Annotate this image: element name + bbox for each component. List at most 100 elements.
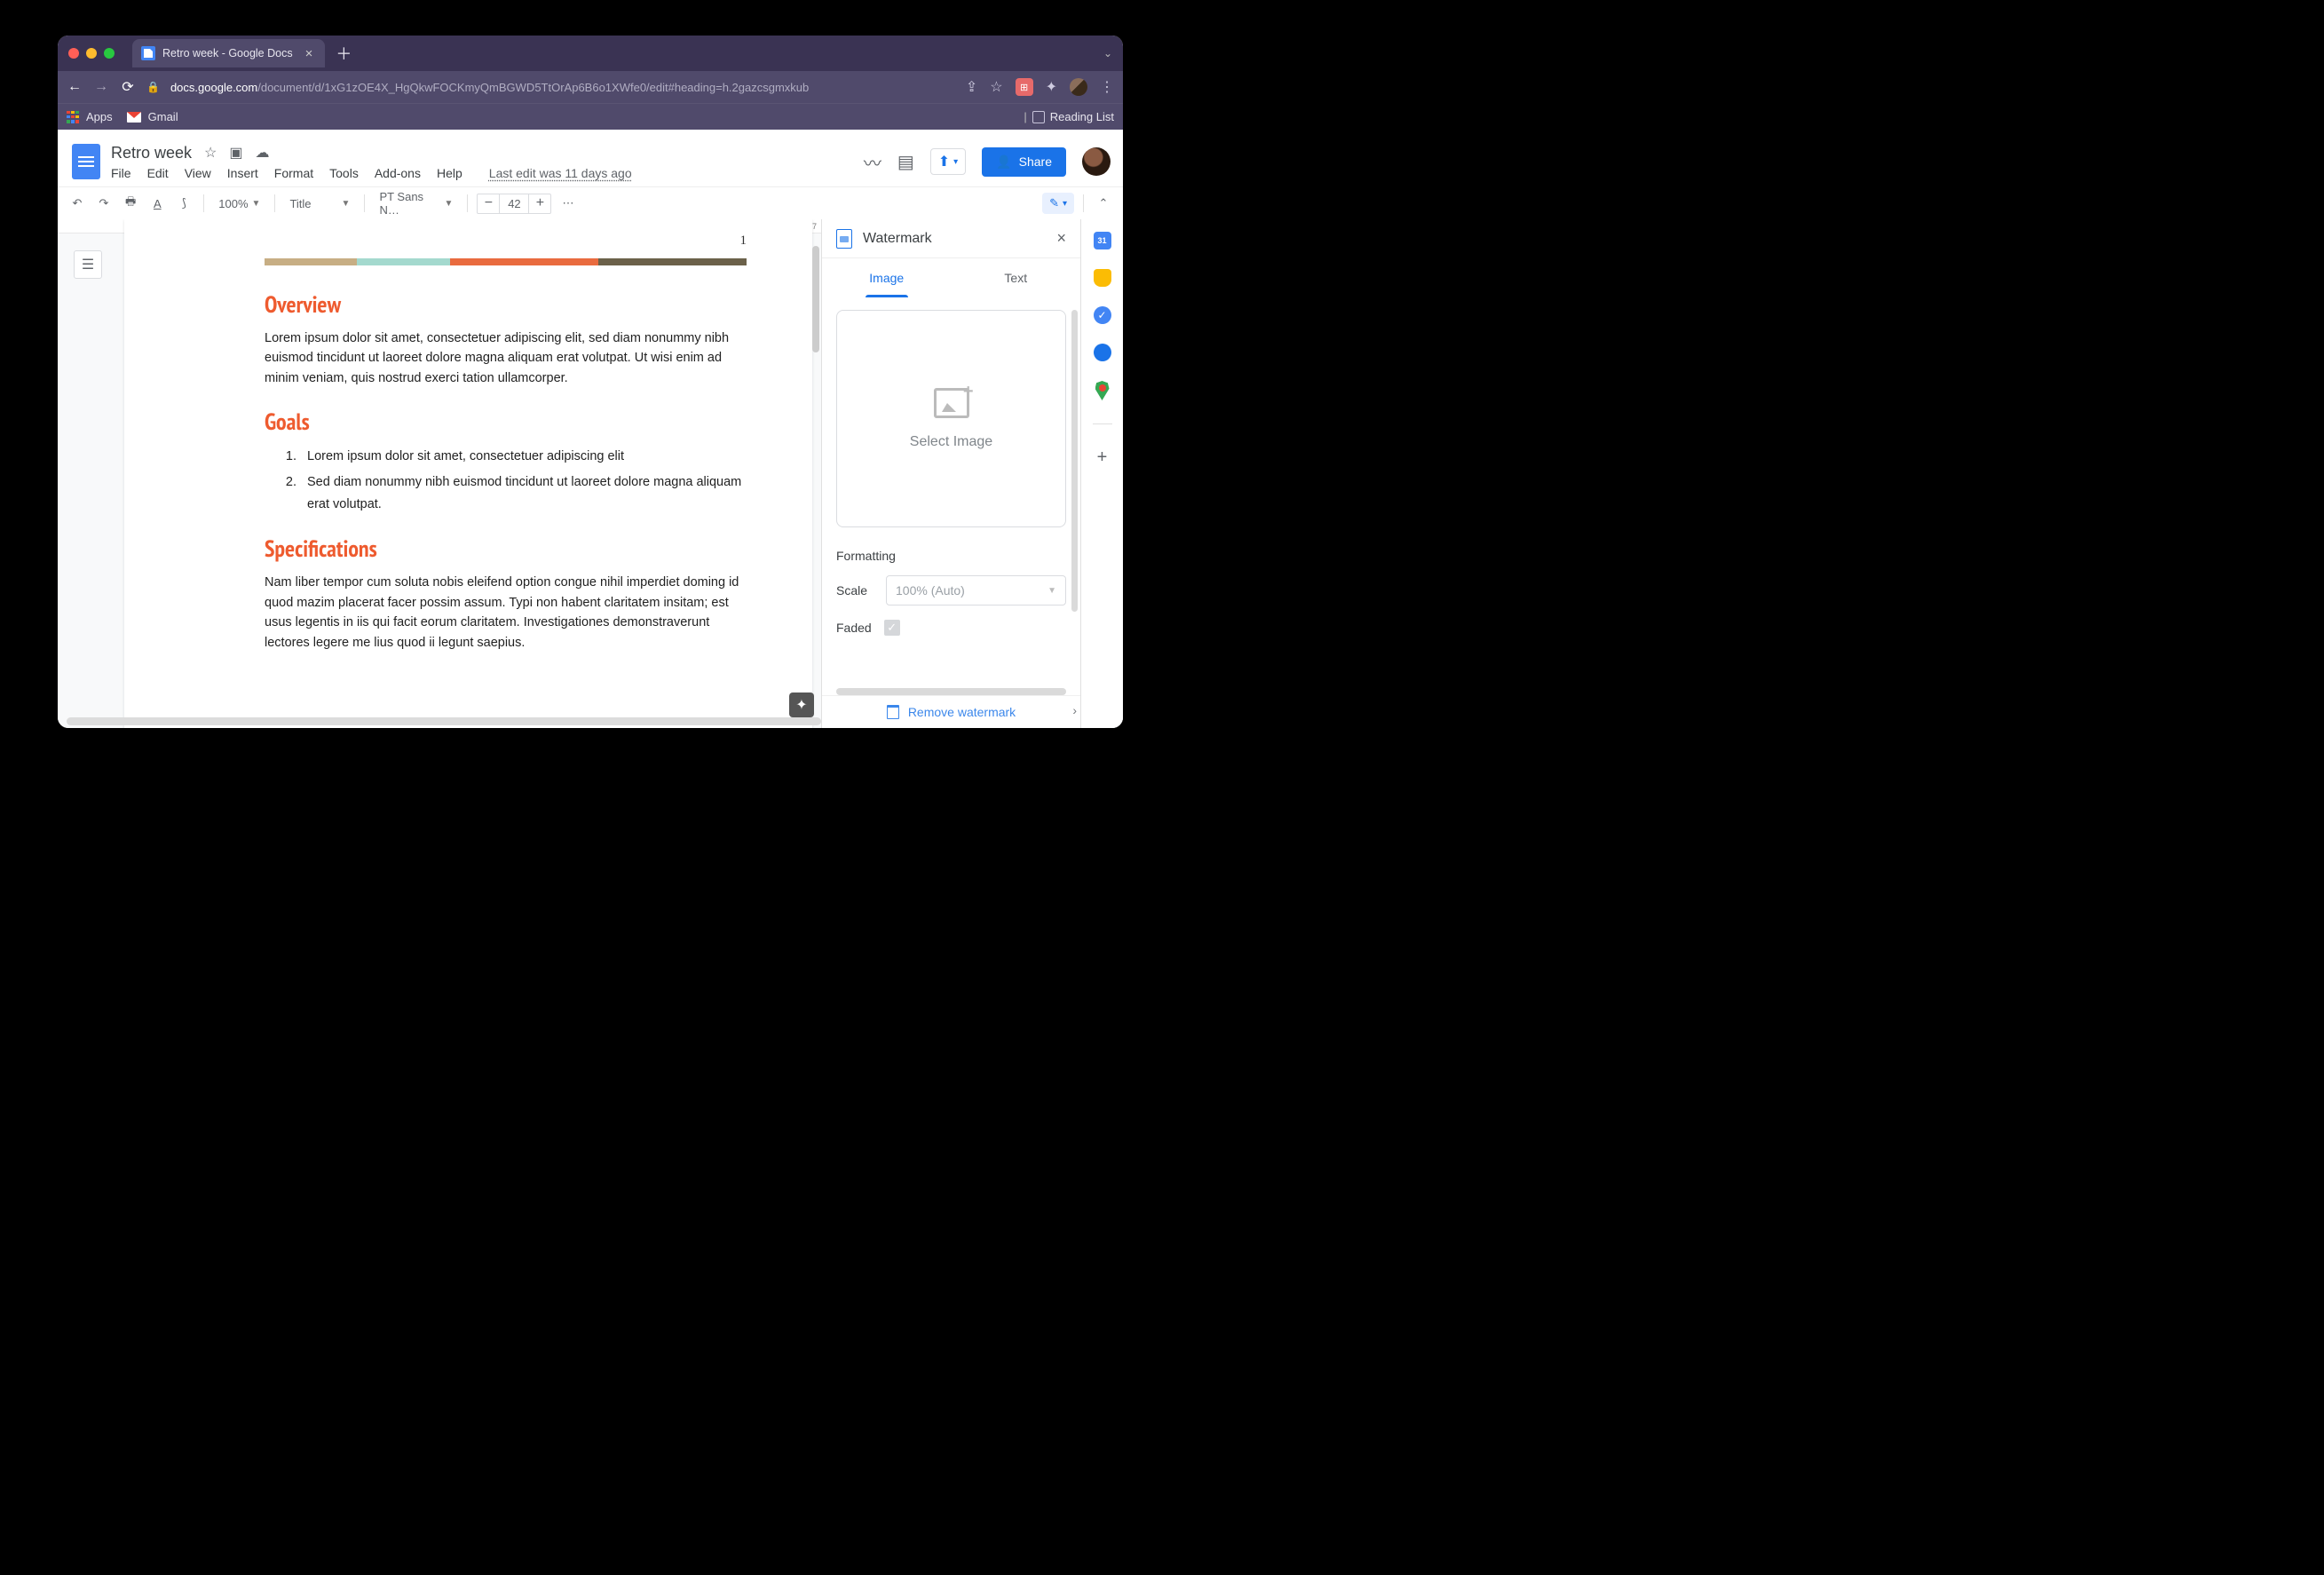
browser-profile-icon[interactable] (1070, 78, 1087, 96)
faded-checkbox[interactable]: ✓ (884, 620, 900, 636)
menu-file[interactable]: File (111, 166, 131, 180)
browser-menu-icon[interactable]: ⋮ (1100, 78, 1114, 96)
gmail-bookmark[interactable]: Gmail (127, 110, 178, 123)
spellcheck-button[interactable]: A (146, 194, 168, 214)
select-image-dropzone[interactable]: Select Image (836, 310, 1066, 527)
move-icon[interactable]: ▣ (229, 144, 242, 162)
panel-collapse-icon[interactable]: › (1072, 703, 1077, 717)
watermark-panel: Watermark × Image Text Select Image Form… (821, 219, 1080, 728)
undo-button[interactable]: ↶ (67, 193, 88, 214)
tab-text[interactable]: Text (952, 258, 1081, 297)
menu-help[interactable]: Help (437, 166, 462, 180)
menu-tools[interactable]: Tools (329, 166, 359, 180)
tasks-icon[interactable] (1094, 306, 1111, 324)
menu-edit[interactable]: Edit (147, 166, 169, 180)
present-arrow-icon: ⬆ (938, 153, 950, 170)
present-button[interactable]: ⬆ ▾ (930, 148, 966, 175)
cloud-status-icon[interactable]: ☁ (256, 144, 270, 162)
remove-watermark-button[interactable]: Remove watermark › (822, 695, 1080, 728)
chevron-down-icon: ▼ (1047, 586, 1056, 596)
trash-icon (887, 705, 899, 719)
maximize-window-icon[interactable] (104, 48, 115, 59)
more-toolbar-button[interactable]: ⋯ (557, 193, 579, 214)
docs-header: Retro week ☆ ▣ ☁ File Edit View Insert F… (58, 130, 1123, 186)
font-size-increase[interactable]: + (529, 195, 550, 211)
maps-icon[interactable] (1095, 381, 1110, 400)
browser-tab[interactable]: Retro week - Google Docs × (132, 39, 325, 67)
redo-button[interactable]: ↷ (93, 193, 115, 214)
bookmark-star-icon[interactable]: ☆ (990, 78, 1002, 96)
tab-image[interactable]: Image (822, 258, 952, 297)
contacts-icon[interactable] (1094, 344, 1111, 361)
tabs-menu-icon[interactable]: ⌄ (1103, 47, 1112, 59)
font-size-control: − 42 + (477, 194, 551, 214)
url-display[interactable]: docs.google.com/document/d/1xG1zOE4X_HgQ… (170, 81, 809, 94)
page-number: 1 (740, 233, 747, 249)
close-window-icon[interactable] (68, 48, 79, 59)
paint-format-button[interactable]: ⟆ (173, 193, 194, 214)
gmail-icon (127, 112, 141, 123)
docs-logo-icon[interactable] (70, 140, 102, 183)
tab-close-icon[interactable]: × (305, 46, 313, 61)
new-tab-button[interactable]: ＋ (336, 42, 352, 65)
vertical-scrollbar[interactable] (812, 246, 819, 352)
add-addon-button[interactable]: + (1097, 447, 1108, 468)
heading-goals[interactable]: Goals (265, 408, 747, 437)
goals-list[interactable]: Lorem ipsum dolor sit amet, consectetuer… (265, 446, 747, 515)
last-edit-link[interactable]: Last edit was 11 days ago (489, 166, 632, 180)
print-button[interactable]: 🖶 (120, 190, 141, 217)
keep-icon[interactable] (1094, 269, 1111, 287)
document-page[interactable]: 1 Overview Lorem ipsum dolor sit amet, c… (124, 219, 812, 728)
watermark-icon (836, 229, 852, 249)
window-controls[interactable] (68, 48, 115, 59)
collapse-toolbar-button[interactable]: ⌃ (1093, 193, 1114, 214)
lock-icon[interactable]: 🔒 (146, 81, 160, 93)
reload-button[interactable]: ⟳ (120, 78, 136, 96)
style-select[interactable]: Title▼ (284, 194, 355, 214)
translate-icon[interactable]: ⊞ (1016, 78, 1033, 96)
list-item[interactable]: Lorem ipsum dolor sit amet, consectetuer… (300, 446, 747, 468)
menu-insert[interactable]: Insert (227, 166, 258, 180)
select-image-label: Select Image (910, 434, 992, 450)
outline-icon: ☰ (82, 256, 94, 273)
document-outline-button[interactable]: ☰ (74, 250, 102, 279)
comments-icon[interactable]: ▤ (897, 151, 914, 173)
heading-specifications[interactable]: Specifications (265, 534, 747, 564)
panel-vertical-scrollbar[interactable] (1071, 310, 1078, 612)
menu-addons[interactable]: Add-ons (375, 166, 421, 180)
zoom-select[interactable]: 100%▼ (213, 194, 265, 214)
panel-close-button[interactable]: × (1056, 229, 1066, 248)
explore-icon: ✦ (795, 696, 807, 714)
specifications-body[interactable]: Nam liber tempor cum soluta nobis eleife… (265, 573, 747, 653)
minimize-window-icon[interactable] (86, 48, 97, 59)
reading-list-button[interactable]: | Reading List (1024, 110, 1114, 123)
document-title[interactable]: Retro week (111, 144, 192, 162)
explore-button[interactable]: ✦ (789, 693, 814, 717)
canvas-horizontal-scrollbar[interactable] (67, 717, 821, 725)
font-select[interactable]: PT Sans N…▼ (374, 186, 458, 220)
menu-format[interactable]: Format (274, 166, 313, 180)
faded-label: Faded (836, 621, 872, 635)
menu-view[interactable]: View (185, 166, 211, 180)
share-button[interactable]: 👤 Share (982, 147, 1066, 177)
menu-bar: File Edit View Insert Format Tools Add-o… (111, 166, 632, 180)
activity-icon[interactable]: 〰 (864, 149, 881, 175)
panel-horizontal-scrollbar[interactable] (836, 688, 1066, 695)
overview-body[interactable]: Lorem ipsum dolor sit amet, consectetuer… (265, 328, 747, 388)
account-avatar[interactable] (1082, 147, 1111, 176)
font-size-decrease[interactable]: − (478, 195, 499, 211)
editing-mode-button[interactable]: ✎▾ (1042, 193, 1074, 214)
list-item[interactable]: Sed diam nonummy nibh euismod tincidunt … (300, 471, 747, 515)
share-page-icon[interactable]: ⇪ (966, 78, 977, 96)
apps-bookmark[interactable]: Apps (67, 110, 113, 123)
calendar-icon[interactable] (1094, 232, 1111, 249)
star-icon[interactable]: ☆ (204, 144, 217, 162)
add-image-icon (934, 388, 969, 418)
document-canvas[interactable]: ◄ 21▼12345678910111213141516◄ 17 ☰ 1 Ove… (58, 219, 821, 728)
back-button[interactable]: ← (67, 79, 83, 95)
scale-select[interactable]: 100% (Auto) ▼ (886, 575, 1066, 605)
heading-overview[interactable]: Overview (265, 290, 747, 320)
font-size-input[interactable]: 42 (499, 194, 529, 213)
extensions-icon[interactable]: ✦ (1046, 78, 1057, 96)
forward-button[interactable]: → (93, 79, 109, 95)
